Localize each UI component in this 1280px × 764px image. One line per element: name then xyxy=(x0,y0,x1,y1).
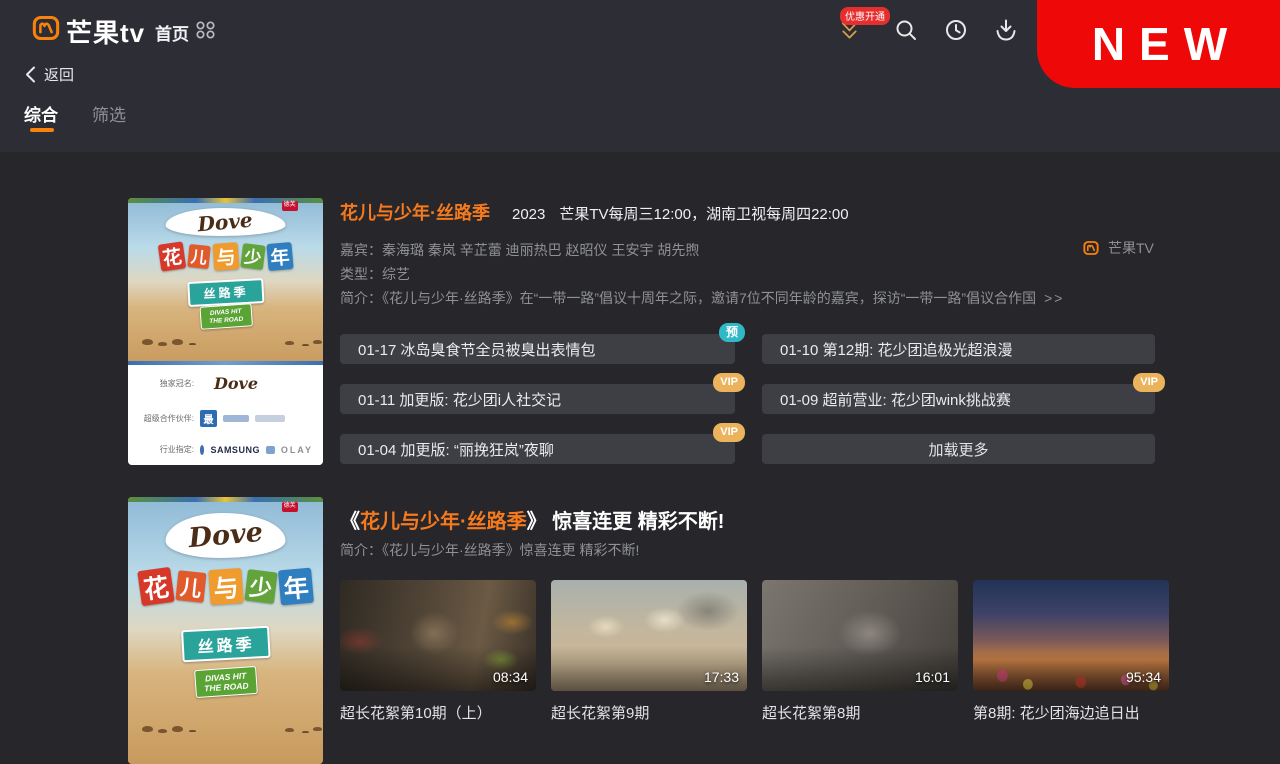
poster-artwork: Dove 德芙 花 儿 与 少 年 丝路季 DIVAS HIT THE ROAD xyxy=(128,198,323,365)
section-description: 简介：《花儿与少年·丝路季》惊喜连更 精彩不断! xyxy=(340,540,639,560)
video-thumbnail[interactable]: 08:34 xyxy=(340,580,536,691)
show-year: 2023 xyxy=(512,206,545,223)
dove-sponsor-logo: Dove xyxy=(214,374,258,393)
section-heading-title: 花儿与少年·丝路季 xyxy=(360,511,527,533)
poster-title: 花 儿 与 少 年 xyxy=(139,569,312,604)
sponsor-logo-placeholder xyxy=(255,415,285,422)
mango-tv-logo-icon[interactable] xyxy=(32,14,60,42)
poster-subtitle: 丝路季 xyxy=(187,278,264,307)
vip-badge: VIP xyxy=(1133,373,1165,392)
video-list: 08:34 超长花絮第10期（上） 17:33 超长花絮第9期 16:01 超长… xyxy=(340,580,1169,723)
vip-promo-badge: 优惠开通 xyxy=(840,7,890,25)
episode-button[interactable]: 01-04 加更版: “丽挽狂岚”夜聊 VIP xyxy=(340,434,735,464)
show-title-row: 花儿与少年·丝路季 2023 芒果TV每周三12:00，湖南卫视每周四22:00 xyxy=(340,199,849,225)
sponsor-logo-placeholder xyxy=(266,446,275,454)
show-schedule: 芒果TV每周三12:00，湖南卫视每周四22:00 xyxy=(559,203,848,224)
video-thumbnail[interactable]: 95:34 xyxy=(973,580,1169,691)
poster-subtitle: 丝路季 xyxy=(181,626,271,662)
show-poster[interactable]: Dove 德芙 花 儿 与 少 年 丝路季 DIVAS HIT THE ROAD… xyxy=(128,198,323,465)
guests-label: 嘉宾： xyxy=(340,242,382,258)
samsung-logo: SAMSUNG xyxy=(210,445,260,455)
preview-badge: 预 xyxy=(719,323,745,342)
nav-home[interactable]: 首页 xyxy=(155,20,189,45)
back-button[interactable]: 返回 xyxy=(25,64,74,85)
show-poster[interactable]: Dove 德芙 花 儿 与 少 年 丝路季 DIVAS HIT THE ROAD xyxy=(128,497,323,764)
sponsor-logo-placeholder xyxy=(223,415,249,422)
dove-logo: Dove xyxy=(165,208,286,236)
episode-button[interactable]: 01-09 超前营业: 花少团wink挑战赛 VIP xyxy=(762,384,1155,414)
camel-silhouettes xyxy=(142,339,153,345)
poster-bottom-border xyxy=(128,361,323,365)
episode-button[interactable]: 01-17 冰岛臭食节全员被臭出表情包 预 xyxy=(340,334,735,364)
poster-top-border xyxy=(128,497,323,502)
poster-title: 花 儿 与 少 年 xyxy=(159,243,292,270)
sponsor-row-industry: 行业指定: SAMSUNG OLAY xyxy=(138,444,313,455)
episode-button[interactable]: 01-10 第12期: 花少团追极光超浪漫 xyxy=(762,334,1155,364)
type-label: 类型： xyxy=(340,266,382,282)
video-thumbnail[interactable]: 17:33 xyxy=(551,580,747,691)
new-corner-badge[interactable]: NEW xyxy=(1037,0,1280,88)
section-heading[interactable]: 《花儿与少年·丝路季》 惊喜连更 精彩不断! xyxy=(340,505,724,534)
back-chevron-icon xyxy=(25,66,36,83)
sponsor-logo-placeholder xyxy=(200,445,204,455)
platform-badge: 芒果TV xyxy=(1083,238,1154,258)
olay-logo: OLAY xyxy=(281,445,313,455)
guests-value: 秦海璐 秦岚 辛芷蕾 迪丽热巴 赵昭仪 王安宇 胡先煦 xyxy=(382,242,699,258)
episode-list: 01-17 冰岛臭食节全员被臭出表情包 预 01-10 第12期: 花少团追极光… xyxy=(340,334,1155,464)
mango-tv-small-icon xyxy=(1083,240,1099,256)
poster-artwork: Dove 德芙 花 儿 与 少 年 丝路季 DIVAS HIT THE ROAD xyxy=(128,497,323,764)
description-value: 《花儿与少年·丝路季》在“一带一路”倡议十周年之际，邀请7位不同年龄的嘉宾，探访… xyxy=(382,290,1036,306)
sponsor-row-exclusive: 独家冠名: Dove xyxy=(138,374,313,393)
camel-silhouettes xyxy=(142,726,153,732)
poster-tagline: DIVAS HIT THE ROAD xyxy=(194,666,258,698)
zui-sponsor-logo: 最 xyxy=(200,410,217,427)
active-tab-underline xyxy=(30,128,54,132)
guests-row: 嘉宾：秦海璐 秦岚 辛芷蕾 迪丽热巴 赵昭仪 王安宇 胡先煦 xyxy=(340,240,699,260)
dove-cn-label: 德芙 xyxy=(282,502,298,511)
vip-badge: VIP xyxy=(713,423,745,442)
episode-button[interactable]: 01-11 加更版: 花少团i人社交记 VIP xyxy=(340,384,735,414)
description-row: 简介：《花儿与少年·丝路季》在“一带一路”倡议十周年之际，邀请7位不同年龄的嘉宾… xyxy=(340,288,1064,308)
tab-composite[interactable]: 综合 xyxy=(24,101,58,126)
description-label: 简介： xyxy=(340,290,382,306)
tab-filter[interactable]: 筛选 xyxy=(92,101,126,126)
poster-tagline: DIVAS HIT THE ROAD xyxy=(199,303,252,330)
back-label: 返回 xyxy=(44,64,74,85)
dove-logo: Dove xyxy=(165,513,286,558)
dove-cn-label: 德芙 xyxy=(282,201,298,210)
download-icon[interactable] xyxy=(994,18,1018,42)
video-card[interactable]: 08:34 超长花絮第10期（上） xyxy=(340,580,536,723)
load-more-button[interactable]: 加载更多 xyxy=(762,434,1155,464)
mango-tv-wordmark[interactable]: 芒果tv xyxy=(66,13,145,50)
video-card[interactable]: 17:33 超长花絮第9期 xyxy=(551,580,747,723)
vip-badge: VIP xyxy=(713,373,745,392)
video-duration: 95:34 xyxy=(1126,669,1161,685)
video-duration: 17:33 xyxy=(704,669,739,685)
search-icon[interactable] xyxy=(894,18,918,42)
channels-grid-icon[interactable] xyxy=(196,21,216,39)
type-row: 类型：综艺 xyxy=(340,264,410,284)
video-card[interactable]: 16:01 超长花絮第8期 xyxy=(762,580,958,723)
description-expand[interactable]: >> xyxy=(1044,290,1064,306)
sponsor-row-partner: 超级合作伙伴: 最 xyxy=(138,410,313,427)
video-duration: 16:01 xyxy=(915,669,950,685)
show-title[interactable]: 花儿与少年·丝路季 xyxy=(340,199,490,225)
video-thumbnail[interactable]: 16:01 xyxy=(762,580,958,691)
type-value: 综艺 xyxy=(382,266,410,282)
history-icon[interactable] xyxy=(944,18,968,42)
video-duration: 08:34 xyxy=(493,669,528,685)
platform-name: 芒果TV xyxy=(1108,238,1154,258)
video-card[interactable]: 95:34 第8期: 花少团海边追日出 xyxy=(973,580,1169,723)
sponsor-panel: 独家冠名: Dove 超级合作伙伴: 最 行业指定: SAMSUNG OLAY xyxy=(128,365,323,465)
